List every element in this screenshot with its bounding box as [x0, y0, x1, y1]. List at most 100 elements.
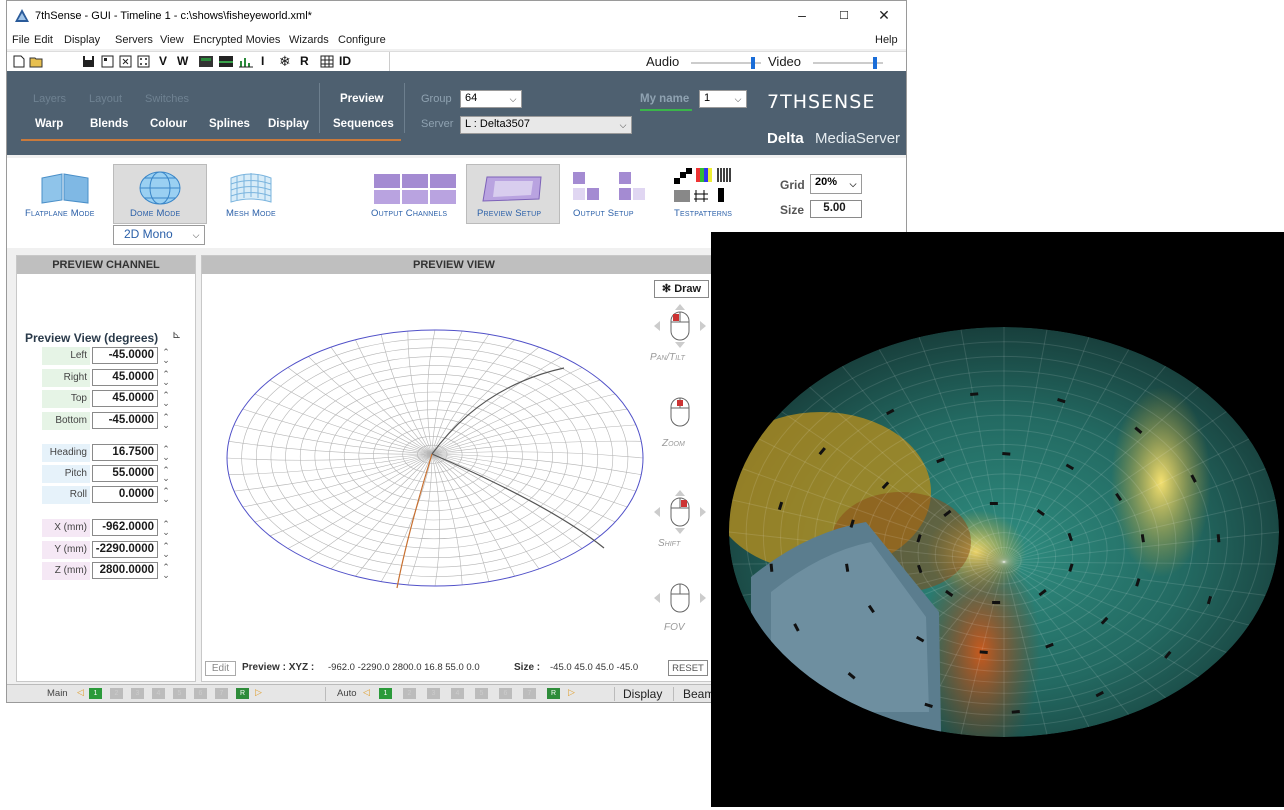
auto-cell-6[interactable]: 6 [499, 688, 512, 699]
menu-wizards[interactable]: Wizards [289, 34, 329, 46]
new-file-icon[interactable] [13, 55, 25, 68]
close-button[interactable]: ✕ [869, 7, 899, 25]
left-input[interactable]: -45.0000 [92, 347, 158, 364]
roll-input[interactable]: 0.0000 [92, 486, 158, 503]
main-cell-4[interactable]: 4 [152, 688, 165, 699]
tab-layers[interactable]: Layers [33, 93, 66, 105]
y-mm-input[interactable]: -2290.0000 [92, 541, 158, 558]
points-icon[interactable] [137, 55, 150, 68]
maximize-button[interactable]: ☐ [829, 9, 859, 27]
toolbar-id-button[interactable]: ID [339, 54, 351, 68]
snowflake-icon[interactable]: ❄ [279, 53, 291, 70]
output-channels-button[interactable]: Output Channels [371, 208, 447, 219]
display-status[interactable]: Display [623, 687, 662, 701]
group-select[interactable]: 64 ⌵ [460, 90, 522, 108]
main-cell-1[interactable]: 1 [89, 688, 102, 699]
x-mm-input[interactable]: -962.0000 [92, 519, 158, 536]
edit-button[interactable]: Edit [205, 661, 236, 676]
tab-colour[interactable]: Colour [150, 118, 187, 130]
top-stepper-icon[interactable]: ⌃ ⌄ [161, 391, 171, 408]
main-cell-5[interactable]: 5 [173, 688, 186, 699]
auto-prev-icon[interactable]: ◁ [363, 687, 370, 698]
minimize-button[interactable]: – [787, 7, 817, 25]
bottom-input[interactable]: -45.0000 [92, 412, 158, 429]
auto-cell-2[interactable]: 2 [403, 688, 416, 699]
auto-cell-r[interactable]: R [547, 688, 560, 699]
menu-display[interactable]: Display [64, 34, 100, 46]
heading-stepper-icon[interactable]: ⌃ ⌄ [161, 445, 171, 462]
mesh-mode-button[interactable]: Mesh Mode [226, 208, 276, 219]
tab-preview[interactable]: Preview [340, 93, 383, 105]
toolbar-i-button[interactable]: I [261, 54, 264, 68]
blend-icon[interactable] [219, 56, 233, 67]
menu-edit[interactable]: Edit [34, 34, 53, 46]
server-select[interactable]: L : Delta3507 ⌵ [460, 116, 632, 134]
tab-layout[interactable]: Layout [89, 93, 122, 105]
roll-stepper-icon[interactable]: ⌃ ⌄ [161, 487, 171, 504]
size-input[interactable]: 5.00 [810, 200, 862, 218]
tab-splines[interactable]: Splines [209, 118, 250, 130]
monitor-icon[interactable] [199, 56, 213, 67]
auto-next-icon[interactable]: ▷ [568, 687, 575, 698]
audio-slider-thumb[interactable] [751, 57, 755, 69]
reset-button[interactable]: RESET [668, 660, 708, 676]
right-stepper-icon[interactable]: ⌃ ⌄ [161, 370, 171, 387]
bottom-stepper-icon[interactable]: ⌃ ⌄ [161, 413, 171, 430]
menu-view[interactable]: View [160, 34, 184, 46]
main-cell-7[interactable]: 7 [215, 688, 228, 699]
dome-mesh-view[interactable] [222, 326, 650, 606]
testpatterns-button[interactable]: Testpatterns [674, 208, 732, 219]
levels-icon[interactable] [239, 55, 253, 68]
properties-icon[interactable] [101, 55, 114, 68]
y-stepper-icon[interactable]: ⌃ ⌄ [161, 542, 171, 559]
video-slider-thumb[interactable] [873, 57, 877, 69]
z-stepper-icon[interactable]: ⌃ ⌄ [161, 563, 171, 580]
main-cell-r[interactable]: R [236, 688, 249, 699]
toolbar-r-button[interactable]: R [300, 54, 309, 68]
auto-cell-1[interactable]: 1 [379, 688, 392, 699]
save-icon[interactable] [82, 55, 95, 68]
preview-setup-button[interactable]: Preview Setup [466, 164, 560, 224]
output-setup-button[interactable]: Output Setup [573, 208, 634, 219]
top-input[interactable]: 45.0000 [92, 390, 158, 407]
tab-sequences[interactable]: Sequences [333, 118, 394, 130]
grid-select[interactable]: 20% ⌵ [810, 174, 862, 194]
menu-file[interactable]: File [12, 34, 30, 46]
right-input[interactable]: 45.0000 [92, 369, 158, 386]
auto-cell-4[interactable]: 4 [451, 688, 464, 699]
menu-configure[interactable]: Configure [338, 34, 386, 46]
auto-cell-5[interactable]: 5 [475, 688, 488, 699]
tab-switches[interactable]: Switches [145, 93, 189, 105]
main-next-icon[interactable]: ▷ [255, 687, 262, 698]
main-cell-2[interactable]: 2 [110, 688, 123, 699]
toolbar-w-button[interactable]: W [177, 54, 188, 68]
reset-angle-icon[interactable]: ⊾ [172, 328, 181, 341]
x-stepper-icon[interactable]: ⌃ ⌄ [161, 520, 171, 537]
tab-blends[interactable]: Blends [90, 118, 128, 130]
auto-cell-3[interactable]: 3 [427, 688, 440, 699]
beam-status[interactable]: Beam [683, 687, 714, 701]
tab-display[interactable]: Display [268, 118, 309, 130]
dome-type-select[interactable]: 2D Mono ⌵ [113, 225, 205, 245]
auto-cell-7[interactable]: 7 [523, 688, 536, 699]
tab-warp[interactable]: Warp [35, 118, 63, 130]
toolbar-v-button[interactable]: V [159, 54, 167, 68]
myname-select[interactable]: 1 ⌵ [699, 90, 747, 108]
menu-help[interactable]: Help [875, 34, 898, 46]
table-icon[interactable] [320, 55, 334, 68]
left-stepper-icon[interactable]: ⌃ ⌄ [161, 348, 171, 365]
pitch-input[interactable]: 55.0000 [92, 465, 158, 482]
main-prev-icon[interactable]: ◁ [77, 687, 84, 698]
dome-mode-button[interactable]: Dome Mode [113, 164, 207, 224]
pitch-stepper-icon[interactable]: ⌃ ⌄ [161, 466, 171, 483]
z-mm-input[interactable]: 2800.0000 [92, 562, 158, 579]
flatplane-mode-button[interactable]: Flatplane Mode [25, 208, 95, 219]
main-cell-6[interactable]: 6 [194, 688, 207, 699]
open-folder-icon[interactable] [29, 55, 44, 68]
menu-servers[interactable]: Servers [115, 34, 153, 46]
heading-input[interactable]: 16.7500 [92, 444, 158, 461]
main-cell-3[interactable]: 3 [131, 688, 144, 699]
draw-button[interactable]: ✻ Draw [654, 280, 709, 298]
menu-encrypted-movies[interactable]: Encrypted Movies [193, 34, 280, 46]
grid-view-icon[interactable] [119, 55, 132, 68]
